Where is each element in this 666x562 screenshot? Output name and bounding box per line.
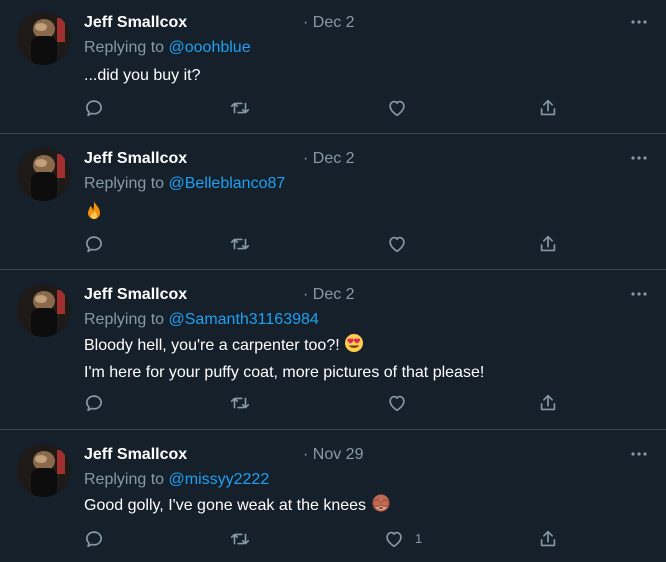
tweet[interactable]: Jeff Smallcox · Dec 2 Replying to @Saman… [0, 270, 666, 430]
tweet-text-line: ...did you buy it? [84, 67, 201, 84]
avatar-photo-icon [17, 148, 70, 201]
tweet-date[interactable]: · Dec 2 [303, 286, 355, 304]
retweet-icon[interactable] [229, 97, 251, 119]
tweet-actions [0, 392, 666, 414]
avatar-photo-icon [17, 284, 70, 337]
author-name[interactable]: Jeff Smallcox [84, 286, 187, 304]
replying-to: Replying to @Samanth31163984 [84, 311, 319, 329]
replying-prefix: Replying to [84, 175, 165, 192]
tweet[interactable]: Jeff Smallcox · Dec 2 Replying to @ooohb… [0, 0, 666, 134]
avatar-photo-icon [17, 12, 70, 65]
tweet-text-line-1-content: Bloody hell, you're a carpenter too?! [84, 337, 340, 354]
replying-handle-link[interactable]: @Belleblanco87 [169, 175, 286, 192]
like-icon[interactable] [386, 392, 408, 414]
reply-icon[interactable] [83, 528, 105, 550]
replying-to: Replying to @missyy2222 [84, 471, 269, 489]
tweet-text: Good golly, I've gone weak at the knees [84, 493, 391, 521]
reply-icon[interactable] [83, 233, 105, 255]
like-icon[interactable] [386, 233, 408, 255]
tweet-actions [0, 97, 666, 119]
replying-handle-link[interactable]: @missyy2222 [169, 471, 270, 488]
tweet-date[interactable]: · Dec 2 [303, 14, 355, 32]
tweet-text-line: Good golly, I've gone weak at the knees [84, 497, 367, 514]
more-icon[interactable] [629, 148, 649, 168]
fire-emoji-icon [84, 200, 104, 230]
replying-handle-link[interactable]: @Samanth31163984 [169, 311, 319, 328]
tweet-text [84, 200, 104, 230]
avatar[interactable] [17, 284, 70, 337]
avatar[interactable] [17, 444, 70, 497]
replying-prefix: Replying to [84, 39, 165, 56]
tweet-actions [0, 233, 666, 255]
tweet-text-line-1: Bloody hell, you're a carpenter too?! [84, 333, 484, 361]
replying-prefix: Replying to [84, 471, 165, 488]
replying-handle-link[interactable]: @ooohblue [169, 39, 251, 56]
share-icon[interactable] [537, 392, 559, 414]
tweet-date[interactable]: · Nov 29 [303, 446, 363, 464]
replying-to: Replying to @ooohblue [84, 39, 251, 57]
retweet-icon[interactable] [229, 233, 251, 255]
replying-to: Replying to @Belleblanco87 [84, 175, 285, 193]
more-icon[interactable] [629, 444, 649, 464]
author-name[interactable]: Jeff Smallcox [84, 14, 187, 32]
avatar[interactable] [17, 12, 70, 65]
avatar[interactable] [17, 148, 70, 201]
tweet-text-line-2: I'm here for your puffy coat, more pictu… [84, 364, 485, 381]
reply-icon[interactable] [83, 97, 105, 119]
more-icon[interactable] [629, 12, 649, 32]
tweet[interactable]: Jeff Smallcox · Nov 29 Replying to @miss… [0, 430, 666, 562]
author-name[interactable]: Jeff Smallcox [84, 446, 187, 464]
tweet-actions: 1 [0, 528, 666, 550]
tweet[interactable]: Jeff Smallcox · Dec 2 Replying to @Belle… [0, 134, 666, 270]
share-icon[interactable] [537, 233, 559, 255]
avatar-photo-icon [17, 444, 70, 497]
reply-icon[interactable] [83, 392, 105, 414]
share-icon[interactable] [537, 97, 559, 119]
tweet-text: ...did you buy it? [84, 64, 201, 88]
share-icon[interactable] [537, 528, 559, 550]
heart-eyes-emoji-icon [344, 333, 364, 361]
tweet-date[interactable]: · Dec 2 [303, 150, 355, 168]
retweet-icon[interactable] [229, 392, 251, 414]
like-icon[interactable] [386, 97, 408, 119]
retweet-icon[interactable] [229, 528, 251, 550]
replying-prefix: Replying to [84, 311, 165, 328]
author-name[interactable]: Jeff Smallcox [84, 150, 187, 168]
more-icon[interactable] [629, 284, 649, 304]
like-count[interactable]: 1 [415, 531, 422, 546]
like-icon[interactable] [383, 528, 405, 550]
see-no-evil-monkey-emoji-icon [371, 493, 391, 521]
tweet-text: Bloody hell, you're a carpenter too?! I'… [84, 333, 484, 385]
